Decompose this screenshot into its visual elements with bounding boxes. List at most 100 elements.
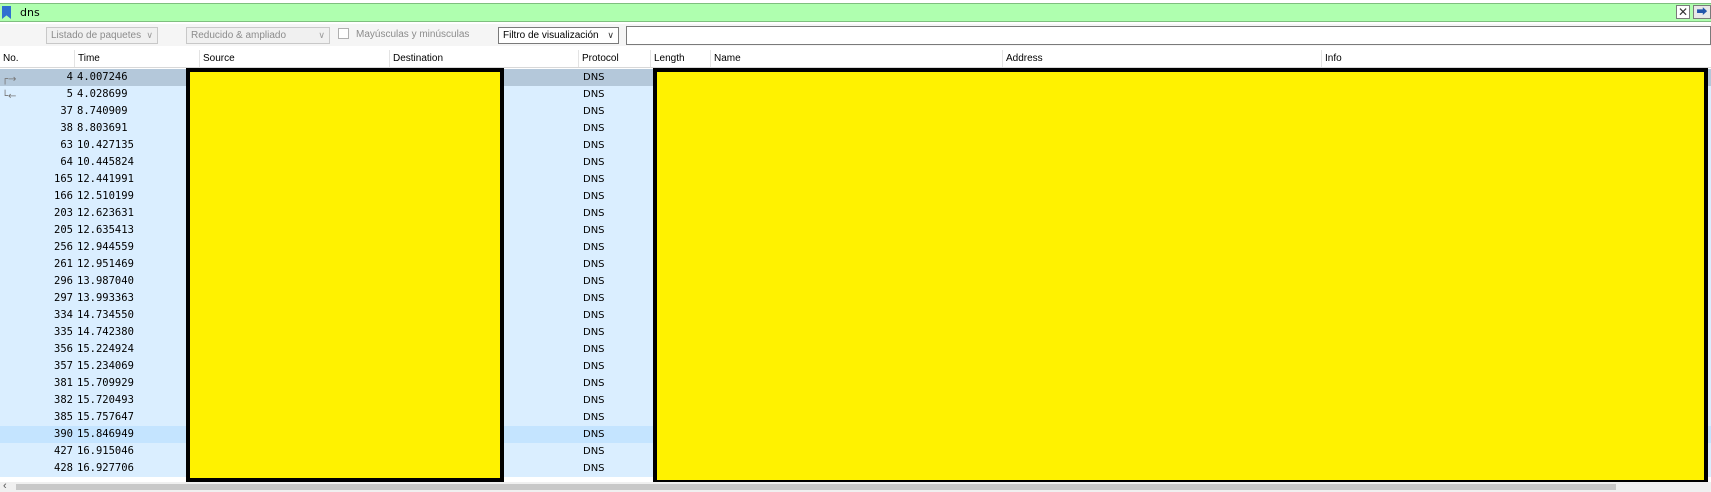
search-type-value: Filtro de visualización	[503, 30, 599, 41]
packet-protocol: DNS	[583, 310, 605, 321]
packet-time: 15.224924	[77, 343, 134, 355]
bookmark-icon[interactable]	[2, 6, 11, 19]
search-string-input[interactable]	[626, 26, 1711, 45]
column-header-protocol[interactable]: Protocol	[579, 50, 651, 67]
packet-time: 14.734550	[77, 309, 134, 321]
packet-protocol: DNS	[583, 412, 605, 423]
column-header-address[interactable]: Address	[1003, 50, 1322, 67]
packet-time: 10.427135	[77, 139, 134, 151]
packet-number: 63	[60, 139, 73, 151]
packet-number: 205	[54, 224, 73, 236]
packet-number: 297	[54, 292, 73, 304]
packet-time: 12.510199	[77, 190, 134, 202]
packet-time: 15.846949	[77, 428, 134, 440]
packet-time: 15.720493	[77, 394, 134, 406]
packet-protocol: DNS	[583, 174, 605, 185]
display-filter-input[interactable]: dns	[20, 5, 40, 21]
packet-time: 14.742380	[77, 326, 134, 338]
packet-number: 166	[54, 190, 73, 202]
packet-time: 15.234069	[77, 360, 134, 372]
packet-number: 335	[54, 326, 73, 338]
packet-protocol: DNS	[583, 446, 605, 457]
packet-protocol: DNS	[583, 378, 605, 389]
case-sensitive-label: Mayúsculas y minúsculas	[356, 29, 470, 40]
packet-protocol: DNS	[583, 276, 605, 287]
packet-number: 64	[60, 156, 73, 168]
packet-list-header: No. Time Source Destination Protocol Len…	[0, 50, 1711, 68]
column-header-no[interactable]: No.	[0, 50, 75, 67]
packet-protocol: DNS	[583, 106, 605, 117]
packet-number: 261	[54, 258, 73, 270]
packet-protocol: DNS	[583, 123, 605, 134]
packet-number: 165	[54, 173, 73, 185]
packet-time: 8.740909	[77, 105, 128, 117]
find-packet-toolbar: Listado de paquetes ∨ Reducido & ampliad…	[0, 24, 1711, 46]
packet-protocol: DNS	[583, 157, 605, 168]
redacted-source-destination	[186, 68, 504, 482]
packet-number: 385	[54, 411, 73, 423]
packet-protocol: DNS	[583, 293, 605, 304]
packet-time: 13.993363	[77, 292, 134, 304]
packet-number: 427	[54, 445, 73, 457]
packet-protocol: DNS	[583, 327, 605, 338]
packet-protocol: DNS	[583, 225, 605, 236]
packet-number: 256	[54, 241, 73, 253]
search-in-select[interactable]: Listado de paquetes ∨	[46, 27, 158, 44]
packet-time: 12.944559	[77, 241, 134, 253]
packet-protocol: DNS	[583, 72, 605, 83]
packet-time: 12.951469	[77, 258, 134, 270]
column-header-destination[interactable]: Destination	[390, 50, 579, 67]
clear-filter-button[interactable]: ✕	[1676, 5, 1690, 19]
packet-number: 382	[54, 394, 73, 406]
display-filter-bar[interactable]: dns ✕ ⮕	[0, 3, 1711, 22]
packet-number: 4	[66, 71, 73, 83]
packet-protocol: DNS	[583, 242, 605, 253]
chevron-down-icon: ∨	[318, 30, 325, 40]
scroll-left-icon[interactable]: ‹	[3, 480, 7, 492]
packet-time: 12.623631	[77, 207, 134, 219]
search-type-select[interactable]: Filtro de visualización ∨	[498, 27, 619, 44]
column-header-source[interactable]: Source	[200, 50, 390, 67]
packet-time: 12.441991	[77, 173, 134, 185]
packet-number: 296	[54, 275, 73, 287]
chevron-down-icon: ∨	[146, 30, 153, 40]
column-header-info[interactable]: Info	[1322, 50, 1711, 67]
packet-time: 15.709929	[77, 377, 134, 389]
packet-number: 5	[66, 88, 73, 100]
packet-time: 15.757647	[77, 411, 134, 423]
packet-protocol: DNS	[583, 361, 605, 372]
column-header-name[interactable]: Name	[711, 50, 1003, 67]
packet-time: 8.803691	[77, 122, 128, 134]
packet-protocol: DNS	[583, 259, 605, 270]
packet-number: 357	[54, 360, 73, 372]
case-sensitive-checkbox[interactable]	[338, 28, 349, 39]
packet-time: 10.445824	[77, 156, 134, 168]
packet-number: 334	[54, 309, 73, 321]
packet-time: 4.007246	[77, 71, 128, 83]
chevron-down-icon: ∨	[607, 30, 614, 40]
packet-time: 16.927706	[77, 462, 134, 474]
char-width-select[interactable]: Reducido & ampliado ∨	[186, 27, 330, 44]
column-header-length[interactable]: Length	[651, 50, 711, 67]
packet-number: 390	[54, 428, 73, 440]
packet-number: 356	[54, 343, 73, 355]
column-header-time[interactable]: Time	[75, 50, 200, 67]
search-in-value: Listado de paquetes	[51, 30, 142, 41]
apply-filter-button[interactable]: ⮕	[1693, 5, 1711, 19]
packet-number: 37	[60, 105, 73, 117]
scrollbar-thumb[interactable]	[16, 484, 1616, 490]
redacted-details	[653, 68, 1708, 484]
packet-protocol: DNS	[583, 208, 605, 219]
packet-protocol: DNS	[583, 191, 605, 202]
horizontal-scrollbar[interactable]: ‹	[0, 480, 1711, 492]
packet-time: 13.987040	[77, 275, 134, 287]
packet-time: 12.635413	[77, 224, 134, 236]
packet-protocol: DNS	[583, 395, 605, 406]
packet-time: 4.028699	[77, 88, 128, 100]
packet-protocol: DNS	[583, 463, 605, 474]
char-width-value: Reducido & ampliado	[191, 30, 287, 41]
packet-protocol: DNS	[583, 344, 605, 355]
packet-protocol: DNS	[583, 429, 605, 440]
packet-protocol: DNS	[583, 140, 605, 151]
packet-number: 381	[54, 377, 73, 389]
